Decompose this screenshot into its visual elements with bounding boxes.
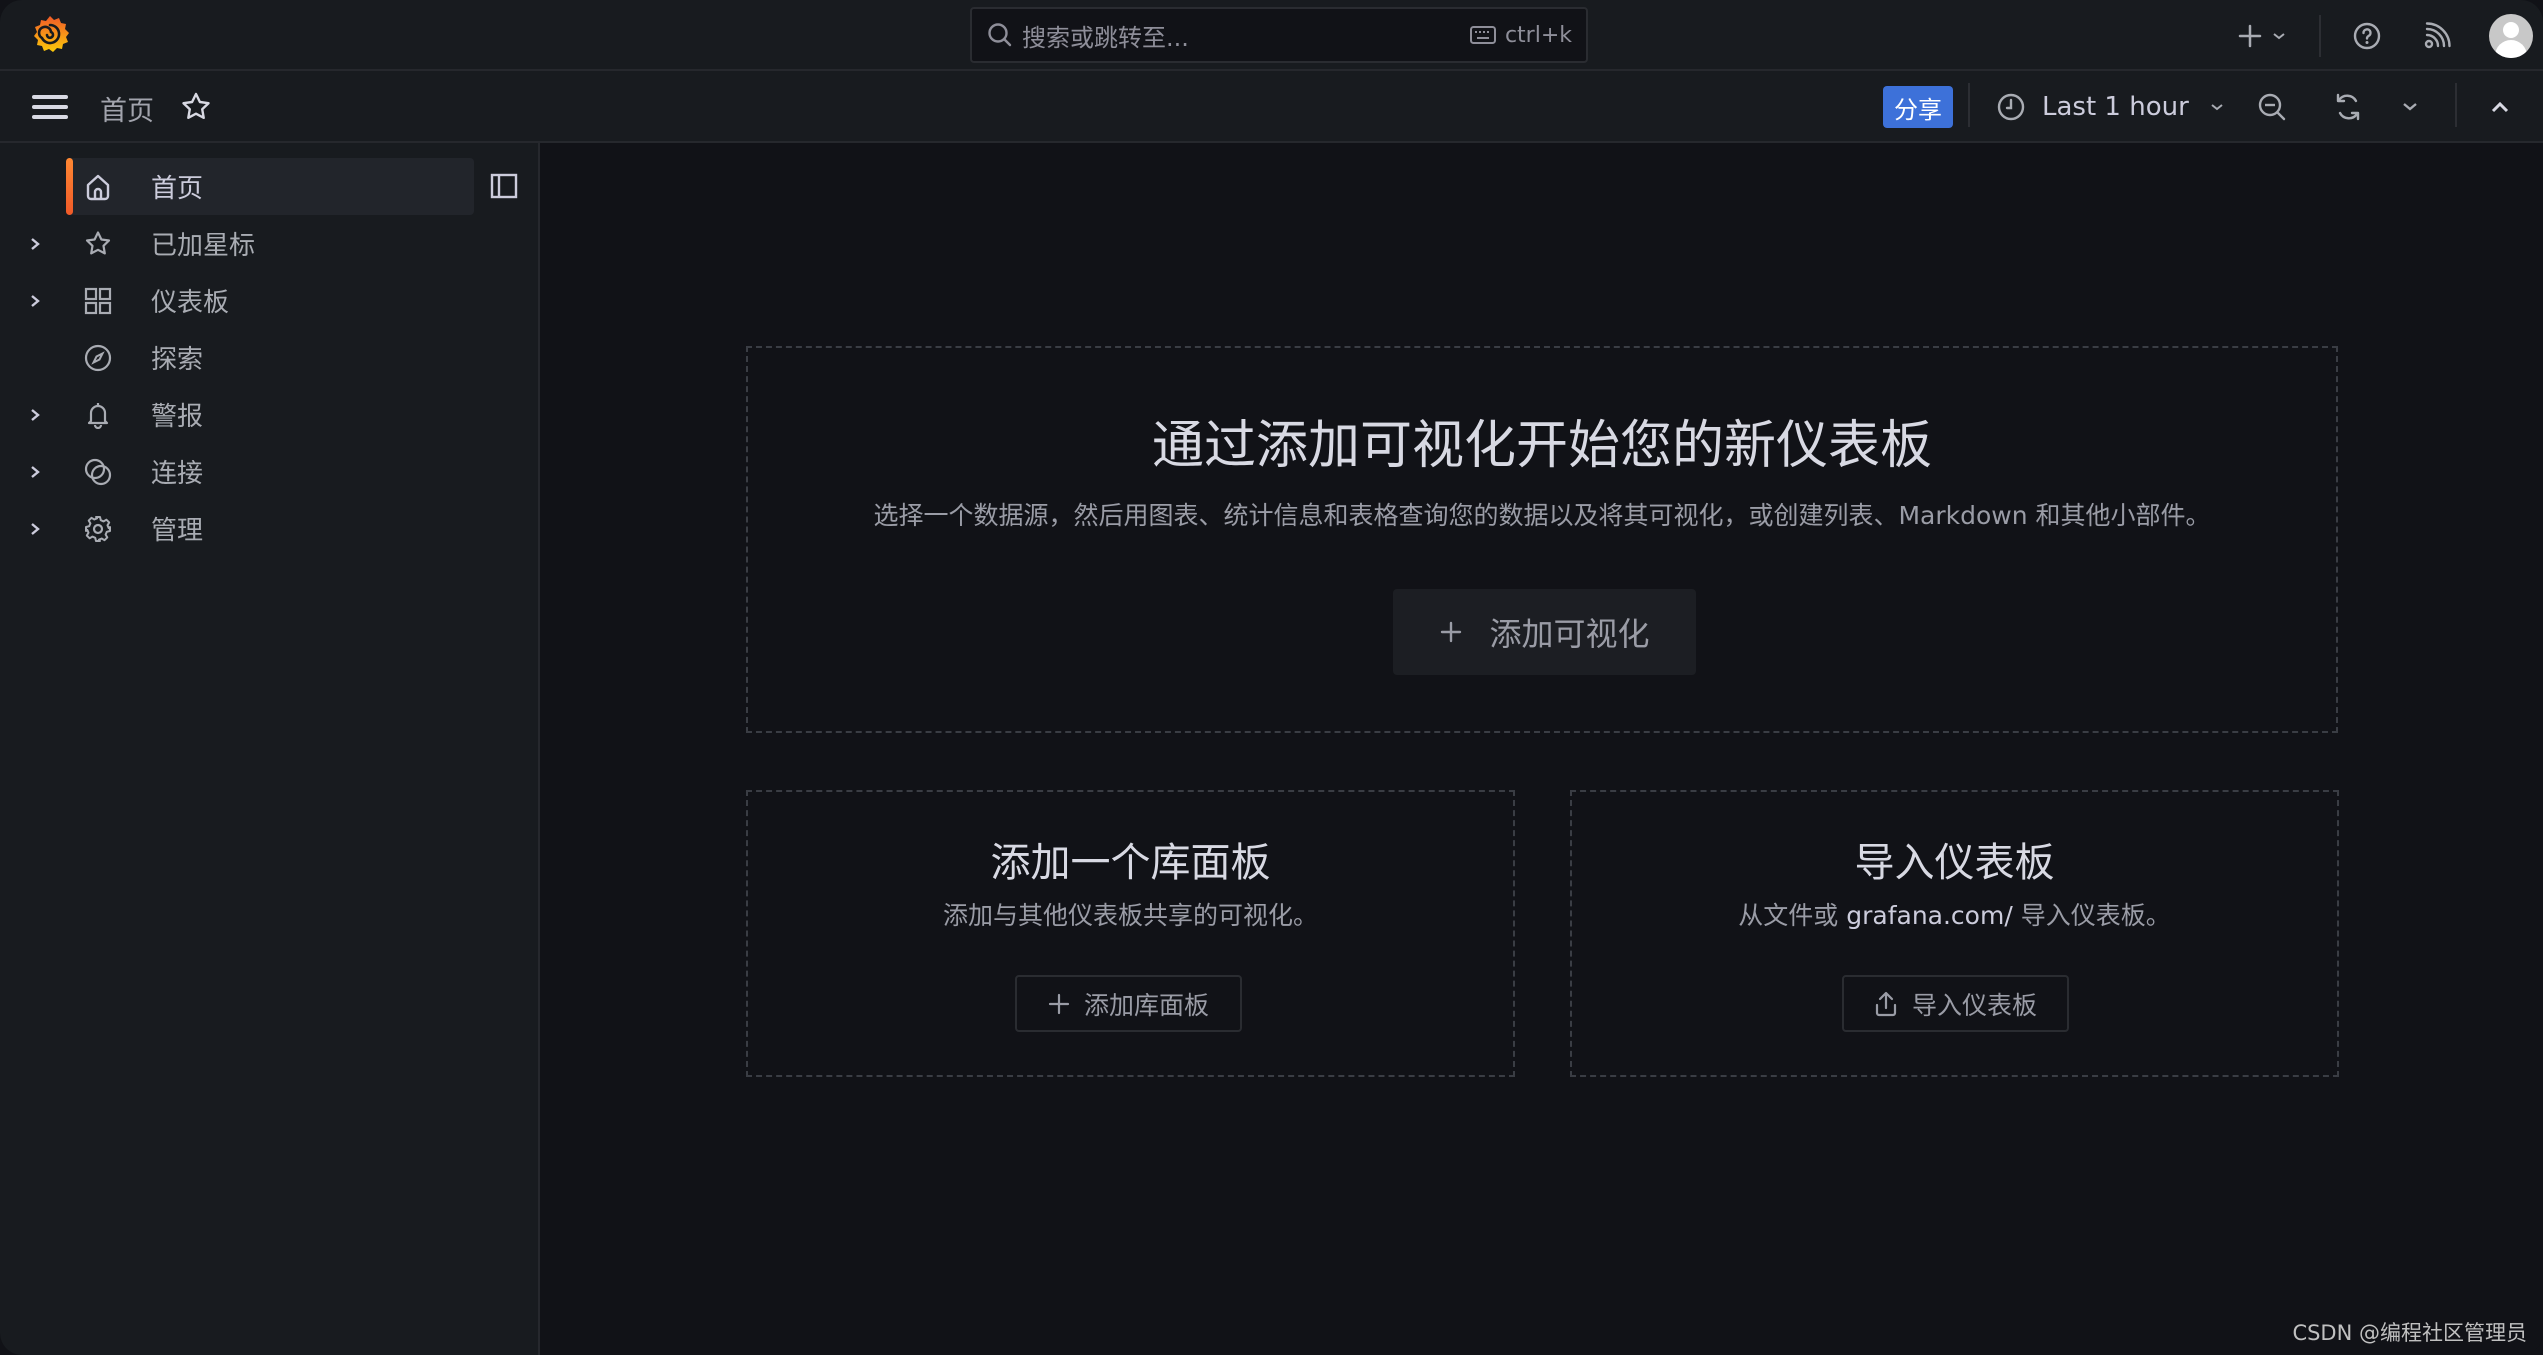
library-panel-subtitle: 添加与其他仪表板共享的可视化。 [942,901,1318,930]
chevron-right-icon[interactable] [28,291,42,311]
bell-icon [87,402,109,429]
star-icon[interactable] [180,91,212,123]
import-subtitle-post: 导入仪表板。 [2012,901,2171,930]
apps-icon [84,287,112,314]
search-placeholder: 搜索或跳转至... [1022,23,1189,52]
keyboard-icon [1469,26,1496,44]
add-visualization-card: 通过添加可视化开始您的新仪表板 选择一个数据源，然后用图表、统计信息和表格查询您… [746,346,2338,733]
breadcrumb[interactable]: 首页 [100,89,154,128]
sidebar-item-explore[interactable]: 探索 [0,329,474,386]
add-visualization-label: 添加可视化 [1489,615,1650,653]
import-dashboard-card: 导入仪表板 从文件或 grafana.com/ 导入仪表板。 导入仪表板 [1570,790,2339,1077]
top-bar: 搜索或跳转至... ctrl+k [0,0,2543,71]
add-library-panel-card: 添加一个库面板 添加与其他仪表板共享的可视化。 添加库面板 [746,790,1515,1077]
menu-line [32,115,68,119]
sidebar-item-alerting[interactable]: 警报 [0,386,474,443]
plus-icon [1048,993,1070,1014]
add-library-panel-label: 添加库面板 [1083,990,1209,1020]
chevron-right-icon[interactable] [28,234,42,254]
collapse-chevron-up-icon[interactable] [2484,91,2516,123]
help-button[interactable] [2347,21,2387,51]
add-visualization-button[interactable]: 添加可视化 [1393,589,1696,675]
chevron-right-icon[interactable] [28,462,42,482]
search-input[interactable]: 搜索或跳转至... ctrl+k [970,7,1588,63]
chevron-down-icon [2273,32,2285,39]
sidebar-item-connections[interactable]: 连接 [0,443,474,500]
share-button[interactable]: 分享 [1883,86,1953,128]
sidebar-item-label: 已加星标 [151,231,256,261]
import-dashboard-button[interactable]: 导入仪表板 [1842,975,2069,1032]
sidebar-item-starred[interactable]: 已加星标 [0,215,474,272]
sidebar-item-label: 警报 [151,402,204,432]
chevron-right-icon[interactable] [28,405,42,425]
grafana-logo[interactable] [28,13,72,57]
import-dashboard-subtitle: 从文件或 grafana.com/ 导入仪表板。 [1572,896,2337,932]
sidebar-item-label: 仪表板 [151,288,230,318]
add-library-panel-button[interactable]: 添加库面板 [1015,975,1242,1032]
compass-icon [84,344,112,371]
import-dashboard-label: 导入仪表板 [1911,990,2037,1020]
refresh-interval-chevron-icon[interactable] [2394,91,2426,123]
divider [2455,83,2457,127]
watermark: CSDN @编程社区管理员 [2292,1321,2527,1345]
library-panel-title: 添加一个库面板 [990,840,1271,886]
clock-icon [1997,93,2025,121]
app-window: 搜索或跳转至... ctrl+k 首页 分享 Last 1 hour 首页 已加… [0,0,2543,1355]
sidebar-item-label: 探索 [151,345,204,375]
chevron-down-icon [2211,104,2223,111]
dashboard-toolbar: 首页 分享 Last 1 hour [0,71,2543,143]
sidebar-item-dashboards[interactable]: 仪表板 [0,272,474,329]
import-subtitle-pre: 从文件或 [1738,901,1847,930]
avatar[interactable] [2489,13,2533,58]
grafana-com-link[interactable]: grafana.com/ [1846,901,2013,930]
sidebar: 首页 已加星标 仪表板 探索 警报 连接 管理 [0,143,540,1355]
plus-icon [2238,24,2262,47]
home-icon [86,174,110,200]
sidebar-item-home[interactable]: 首页 [66,158,474,215]
help-icon [2353,22,2381,49]
search-icon [988,23,1012,47]
rss-icon [2424,21,2451,48]
menu-line [32,95,68,99]
sidebar-item-label: 连接 [151,459,204,489]
topbar-actions [2227,0,2543,71]
dock-menu-icon[interactable] [490,172,518,200]
upload-icon [1875,991,1897,1016]
menu-toggle-button[interactable] [32,95,68,121]
divider [2319,14,2321,57]
time-range-picker[interactable]: Last 1 hour [1996,83,2225,131]
chevron-right-icon[interactable] [28,519,42,539]
news-button[interactable] [2417,21,2457,50]
search-shortcut: ctrl+k [1469,23,1572,48]
import-dashboard-title: 导入仪表板 [1854,840,2055,886]
sidebar-item-administration[interactable]: 管理 [0,500,474,557]
refresh-icon[interactable] [2332,91,2364,123]
menu-line [32,105,68,109]
shortcut-text: ctrl+k [1504,22,1572,48]
time-range-label: Last 1 hour [2042,92,2189,122]
empty-dashboard-subtitle: 选择一个数据源，然后用图表、统计信息和表格查询您的数据以及将其可视化，或创建列表… [873,501,2211,530]
star-icon [85,230,111,254]
empty-dashboard-title: 通过添加可视化开始您的新仪表板 [1151,416,1932,476]
divider [1968,83,1970,127]
sidebar-item-label: 管理 [151,516,204,546]
plus-icon [1441,621,1462,643]
new-button[interactable] [2227,23,2297,49]
link-icon [84,458,112,485]
gear-icon [85,515,111,542]
sidebar-item-label: 首页 [151,174,204,204]
zoom-out-icon[interactable] [2256,91,2288,123]
